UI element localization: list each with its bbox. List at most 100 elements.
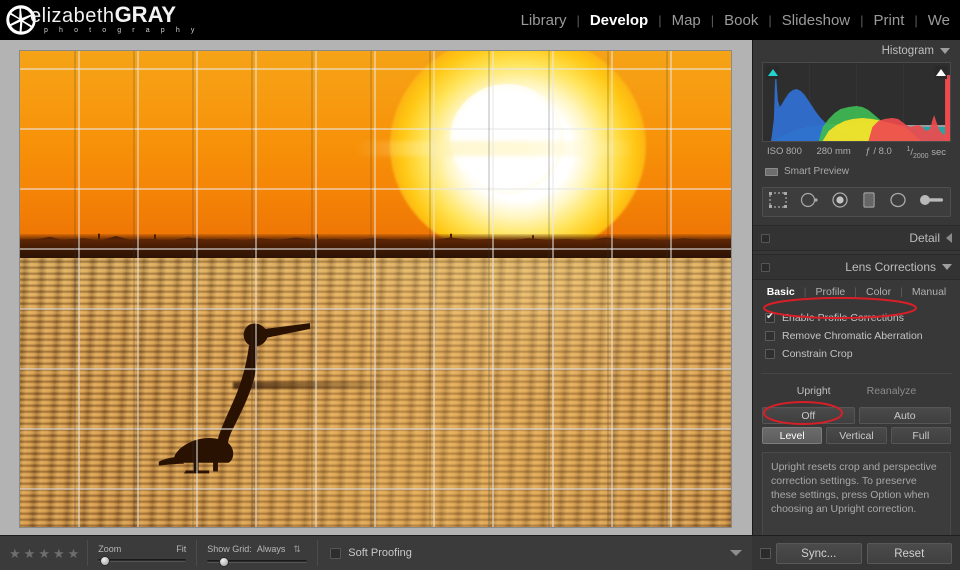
panel-header-lens-corrections[interactable]: Lens Corrections [753,254,960,281]
enable-profile-corrections-row[interactable]: Enable Profile Corrections [765,310,960,325]
tab-basic[interactable]: Basic [758,286,804,298]
upright-off-button[interactable]: Off [762,407,855,425]
module-web[interactable]: We [918,12,960,29]
soft-proofing-label: Soft Proofing [348,547,412,559]
module-picker: Library | Develop | Map | Book | Slidesh… [511,0,960,40]
chevron-down-icon[interactable] [942,264,952,271]
photo-sunset-heron [20,51,731,527]
module-print[interactable]: Print [864,12,915,29]
red-eye-icon[interactable] [830,191,850,214]
exif-shutter-speed: 1/2000 sec [906,146,946,161]
photo-frame[interactable] [20,51,731,527]
detail-panel-switch[interactable] [761,233,770,243]
upright-section-header: Upright Reanalyze [753,378,960,404]
develop-tool-strip [762,187,951,218]
heron-reflection [233,381,404,390]
zoom-slider-handle[interactable] [100,556,111,566]
image-canvas [0,40,752,535]
shadow-clipping-indicator[interactable] [766,66,779,79]
adjustment-brush-icon[interactable] [919,191,945,214]
top-module-bar: elizabethGRAY p h o t o g r a p h y Libr… [0,0,960,40]
upright-level-button[interactable]: Level [762,427,823,445]
grid-opacity-slider[interactable] [207,556,308,567]
exif-focal-length: 280 mm [816,146,851,157]
chevron-down-icon[interactable] [940,48,950,54]
constrain-crop-checkbox[interactable] [765,348,775,359]
star-rating[interactable]: ★ ★ ★ ★ ★ [0,547,87,560]
crop-overlay-icon[interactable] [768,191,788,214]
brand-logo[interactable]: elizabethGRAY p h o t o g r a p h y [0,3,199,36]
remove-chromatic-aberration-row[interactable]: Remove Chromatic Aberration [765,328,960,343]
histogram-graph[interactable] [762,62,951,142]
soft-proofing-toggle[interactable]: Soft Proofing [318,547,412,559]
enable-profile-corrections-label: Enable Profile Corrections [782,311,904,324]
star-icon[interactable]: ★ [38,547,50,560]
lens-corrections-panel-switch[interactable] [761,262,770,272]
module-book[interactable]: Book [714,12,768,29]
histogram-panel-header[interactable]: Histogram [753,40,960,62]
module-map[interactable]: Map [662,12,711,29]
show-grid-label: Show Grid: [207,543,252,554]
right-panel: Histogram ISO 800 280 mm ƒ / 8.0 1/2000 … [752,40,960,570]
grid-opacity-handle[interactable] [219,556,230,567]
tab-profile[interactable]: Profile [806,286,854,298]
sync-switch[interactable] [760,547,771,559]
spot-removal-icon[interactable] [799,191,819,214]
exif-metadata-row: ISO 800 280 mm ƒ / 8.0 1/2000 sec [753,142,960,160]
zoom-label: Zoom [98,544,122,554]
graduated-filter-icon[interactable] [861,191,877,214]
enable-profile-corrections-checkbox[interactable] [765,311,775,323]
upright-buttons-row-1: Off Auto [753,404,960,425]
upright-full-button[interactable]: Full [890,427,951,445]
section-divider [761,373,952,375]
reanalyze-button[interactable]: Reanalyze [867,385,917,397]
sun-disc [450,84,564,194]
smart-preview-icon [765,167,778,176]
module-develop[interactable]: Develop [580,12,658,29]
reset-button[interactable]: Reset [866,542,952,564]
upright-label: Upright [796,385,831,398]
detail-panel-title: Detail [909,231,940,246]
right-panel-bottom-bar: Sync... Reset [752,535,960,570]
sync-button[interactable]: Sync... [776,542,862,564]
zoom-value: Fit [176,544,187,554]
remove-chromatic-aberration-checkbox[interactable] [765,330,775,341]
module-library[interactable]: Library [511,12,577,29]
logo-tagline: p h o t o g r a p h y [44,26,199,34]
develop-toolbar: ★ ★ ★ ★ ★ Zoom Fit Show Grid: Always ⇅ S… [0,535,752,570]
constrain-crop-row[interactable]: Constrain Crop [765,346,960,361]
zoom-slider[interactable] [98,556,187,566]
show-grid-stepper-icon[interactable]: ⇅ [293,544,301,555]
triangle-up-icon [767,69,778,76]
show-grid-value[interactable]: Always [257,544,286,555]
star-icon[interactable]: ★ [24,547,36,560]
show-grid-control[interactable]: Show Grid: Always ⇅ [197,543,317,567]
smart-preview-badge[interactable]: Smart Preview [753,160,960,177]
lightroom-develop-window: elizabethGRAY p h o t o g r a p h y Libr… [0,0,960,570]
lens-corrections-panel-title: Lens Corrections [845,260,936,275]
upright-vertical-button[interactable]: Vertical [826,427,887,445]
remove-chromatic-aberration-label: Remove Chromatic Aberration [782,329,923,342]
panel-header-detail[interactable]: Detail [753,225,960,252]
lens-corrections-tabs: Basic | Profile | Color | Manual [753,280,960,304]
star-icon[interactable]: ★ [9,547,21,560]
star-icon[interactable]: ★ [53,547,65,560]
highlight-clipping-indicator[interactable] [934,66,947,79]
star-icon[interactable]: ★ [68,547,80,560]
radial-filter-icon[interactable] [888,191,908,214]
exif-iso: ISO 800 [767,146,802,157]
exif-aperture: ƒ / 8.0 [865,146,892,157]
upright-buttons-row-2: Level Vertical Full [753,424,960,445]
chevron-down-icon[interactable] [730,550,742,556]
soft-proofing-checkbox[interactable] [330,547,342,559]
histogram-curves [763,63,950,141]
tab-color[interactable]: Color [857,286,900,298]
module-slideshow[interactable]: Slideshow [772,12,860,29]
constrain-crop-label: Constrain Crop [782,347,853,360]
sun-streak [354,141,639,156]
chevron-left-icon[interactable] [946,233,952,244]
upright-auto-button[interactable]: Auto [858,407,951,425]
zoom-control[interactable]: Zoom Fit [88,544,196,566]
tab-manual[interactable]: Manual [903,286,955,298]
logo-text-light: elizabeth [30,4,115,27]
